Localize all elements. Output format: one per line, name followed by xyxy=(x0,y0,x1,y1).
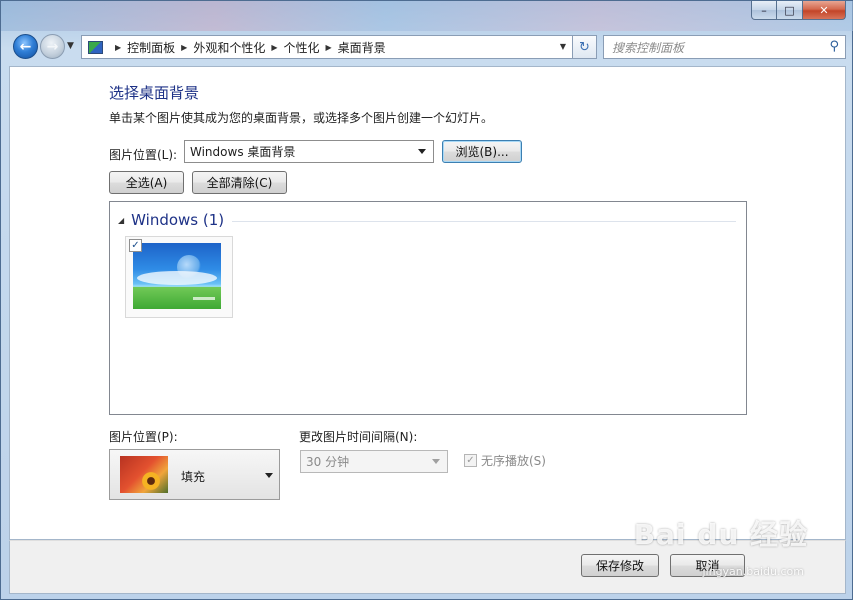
baidu-watermark-url: jingyan.baidu.com xyxy=(702,565,804,578)
browse-button[interactable]: 浏览(B)... xyxy=(442,140,522,163)
back-arrow-icon: ← xyxy=(19,38,32,55)
flower-center xyxy=(140,472,162,490)
content-area: 选择桌面背景 单击某个图片使其成为您的桌面背景，或选择多个图片创建一个幻灯片。 … xyxy=(9,66,846,540)
fill-preview-image xyxy=(120,456,168,493)
recent-pages-dropdown[interactable]: ▼ xyxy=(67,41,74,51)
close-button[interactable]: ✕ xyxy=(803,1,846,20)
group-divider xyxy=(232,220,736,222)
maximize-button[interactable]: □ xyxy=(777,1,803,20)
breadcrumb-appearance[interactable]: 外观和个性化 xyxy=(193,39,265,56)
breadcrumb-personalization[interactable]: 个性化 xyxy=(284,39,320,56)
forward-button[interactable]: → xyxy=(40,34,65,59)
gallery-group-title: Windows (1) xyxy=(131,211,225,229)
caption-buttons: – □ ✕ xyxy=(751,1,846,20)
search-icon[interactable]: ⚲ xyxy=(829,39,839,54)
forward-arrow-icon: → xyxy=(46,38,59,55)
address-bar[interactable]: ▶ 控制面板 ▶ 外观和个性化 ▶ 个性化 ▶ 桌面背景 ▼ xyxy=(81,35,573,59)
picture-location-value: Windows 桌面背景 xyxy=(190,145,296,159)
shuffle-check-box[interactable]: ✓ xyxy=(464,454,477,467)
breadcrumb-control-panel[interactable]: 控制面板 xyxy=(127,39,175,56)
wallpaper-thumbnail-item[interactable]: ✓ xyxy=(125,236,233,318)
refresh-button[interactable]: ↻ xyxy=(573,35,597,59)
page-title: 选择桌面背景 xyxy=(109,84,200,102)
breadcrumb-arrow-icon[interactable]: ▶ xyxy=(326,43,332,52)
interval-label: 更改图片时间间隔(N): xyxy=(299,430,418,444)
thumbnail-logo xyxy=(193,297,215,300)
save-changes-button[interactable]: 保存修改 xyxy=(581,554,659,577)
shuffle-label: 无序播放(S) xyxy=(481,454,546,468)
search-input[interactable]: 搜索控制面板 ⚲ xyxy=(603,35,846,59)
picture-location-select[interactable]: Windows 桌面背景 xyxy=(184,140,434,163)
wallpaper-gallery[interactable]: ◢ Windows (1) ✓ xyxy=(109,201,747,415)
control-panel-icon xyxy=(88,40,103,54)
chevron-down-icon xyxy=(265,473,273,478)
wallpaper-thumbnail-image xyxy=(133,243,221,309)
baidu-watermark: Bai du 经验 xyxy=(633,518,808,551)
navigation-bar: ← → ▼ ▶ 控制面板 ▶ 外观和个性化 ▶ 个性化 ▶ 桌面背景 ▼ ↻ 搜… xyxy=(9,32,846,60)
breadcrumb-arrow-icon[interactable]: ▶ xyxy=(115,43,121,52)
breadcrumb-arrow-icon[interactable]: ▶ xyxy=(181,43,187,52)
breadcrumb-desktop-background[interactable]: 桌面背景 xyxy=(338,39,386,56)
select-all-button[interactable]: 全选(A) xyxy=(109,171,184,194)
chevron-down-icon xyxy=(432,459,440,464)
address-dropdown-icon[interactable]: ▼ xyxy=(560,42,566,51)
collapse-triangle-icon[interactable]: ◢ xyxy=(118,216,124,225)
clear-all-button[interactable]: 全部清除(C) xyxy=(192,171,287,194)
picture-position-select[interactable]: 填充 xyxy=(109,449,280,500)
title-bar[interactable] xyxy=(1,1,853,31)
picture-location-label: 图片位置(L): xyxy=(109,148,178,162)
interval-value: 30 分钟 xyxy=(306,455,350,469)
refresh-icon: ↻ xyxy=(579,39,590,55)
breadcrumb-arrow-icon[interactable]: ▶ xyxy=(271,43,277,52)
gallery-group-header[interactable]: ◢ Windows (1) xyxy=(118,211,736,229)
wallpaper-checkbox[interactable]: ✓ xyxy=(129,239,142,252)
back-button[interactable]: ← xyxy=(13,34,38,59)
search-placeholder: 搜索控制面板 xyxy=(612,40,685,55)
window-frame: – □ ✕ ← → ▼ ▶ 控制面板 ▶ 外观和个性化 ▶ 个性化 ▶ 桌面背景… xyxy=(0,0,853,600)
shuffle-checkbox[interactable]: ✓ 无序播放(S) xyxy=(464,452,546,469)
page-description: 单击某个图片使其成为您的桌面背景，或选择多个图片创建一个幻灯片。 xyxy=(109,111,494,125)
thumbnail-cloud xyxy=(137,271,217,285)
picture-position-value: 填充 xyxy=(181,470,206,484)
picture-position-label: 图片位置(P): xyxy=(109,430,178,444)
minimize-button[interactable]: – xyxy=(751,1,777,20)
chevron-down-icon xyxy=(418,149,426,154)
interval-select[interactable]: 30 分钟 xyxy=(300,450,448,473)
